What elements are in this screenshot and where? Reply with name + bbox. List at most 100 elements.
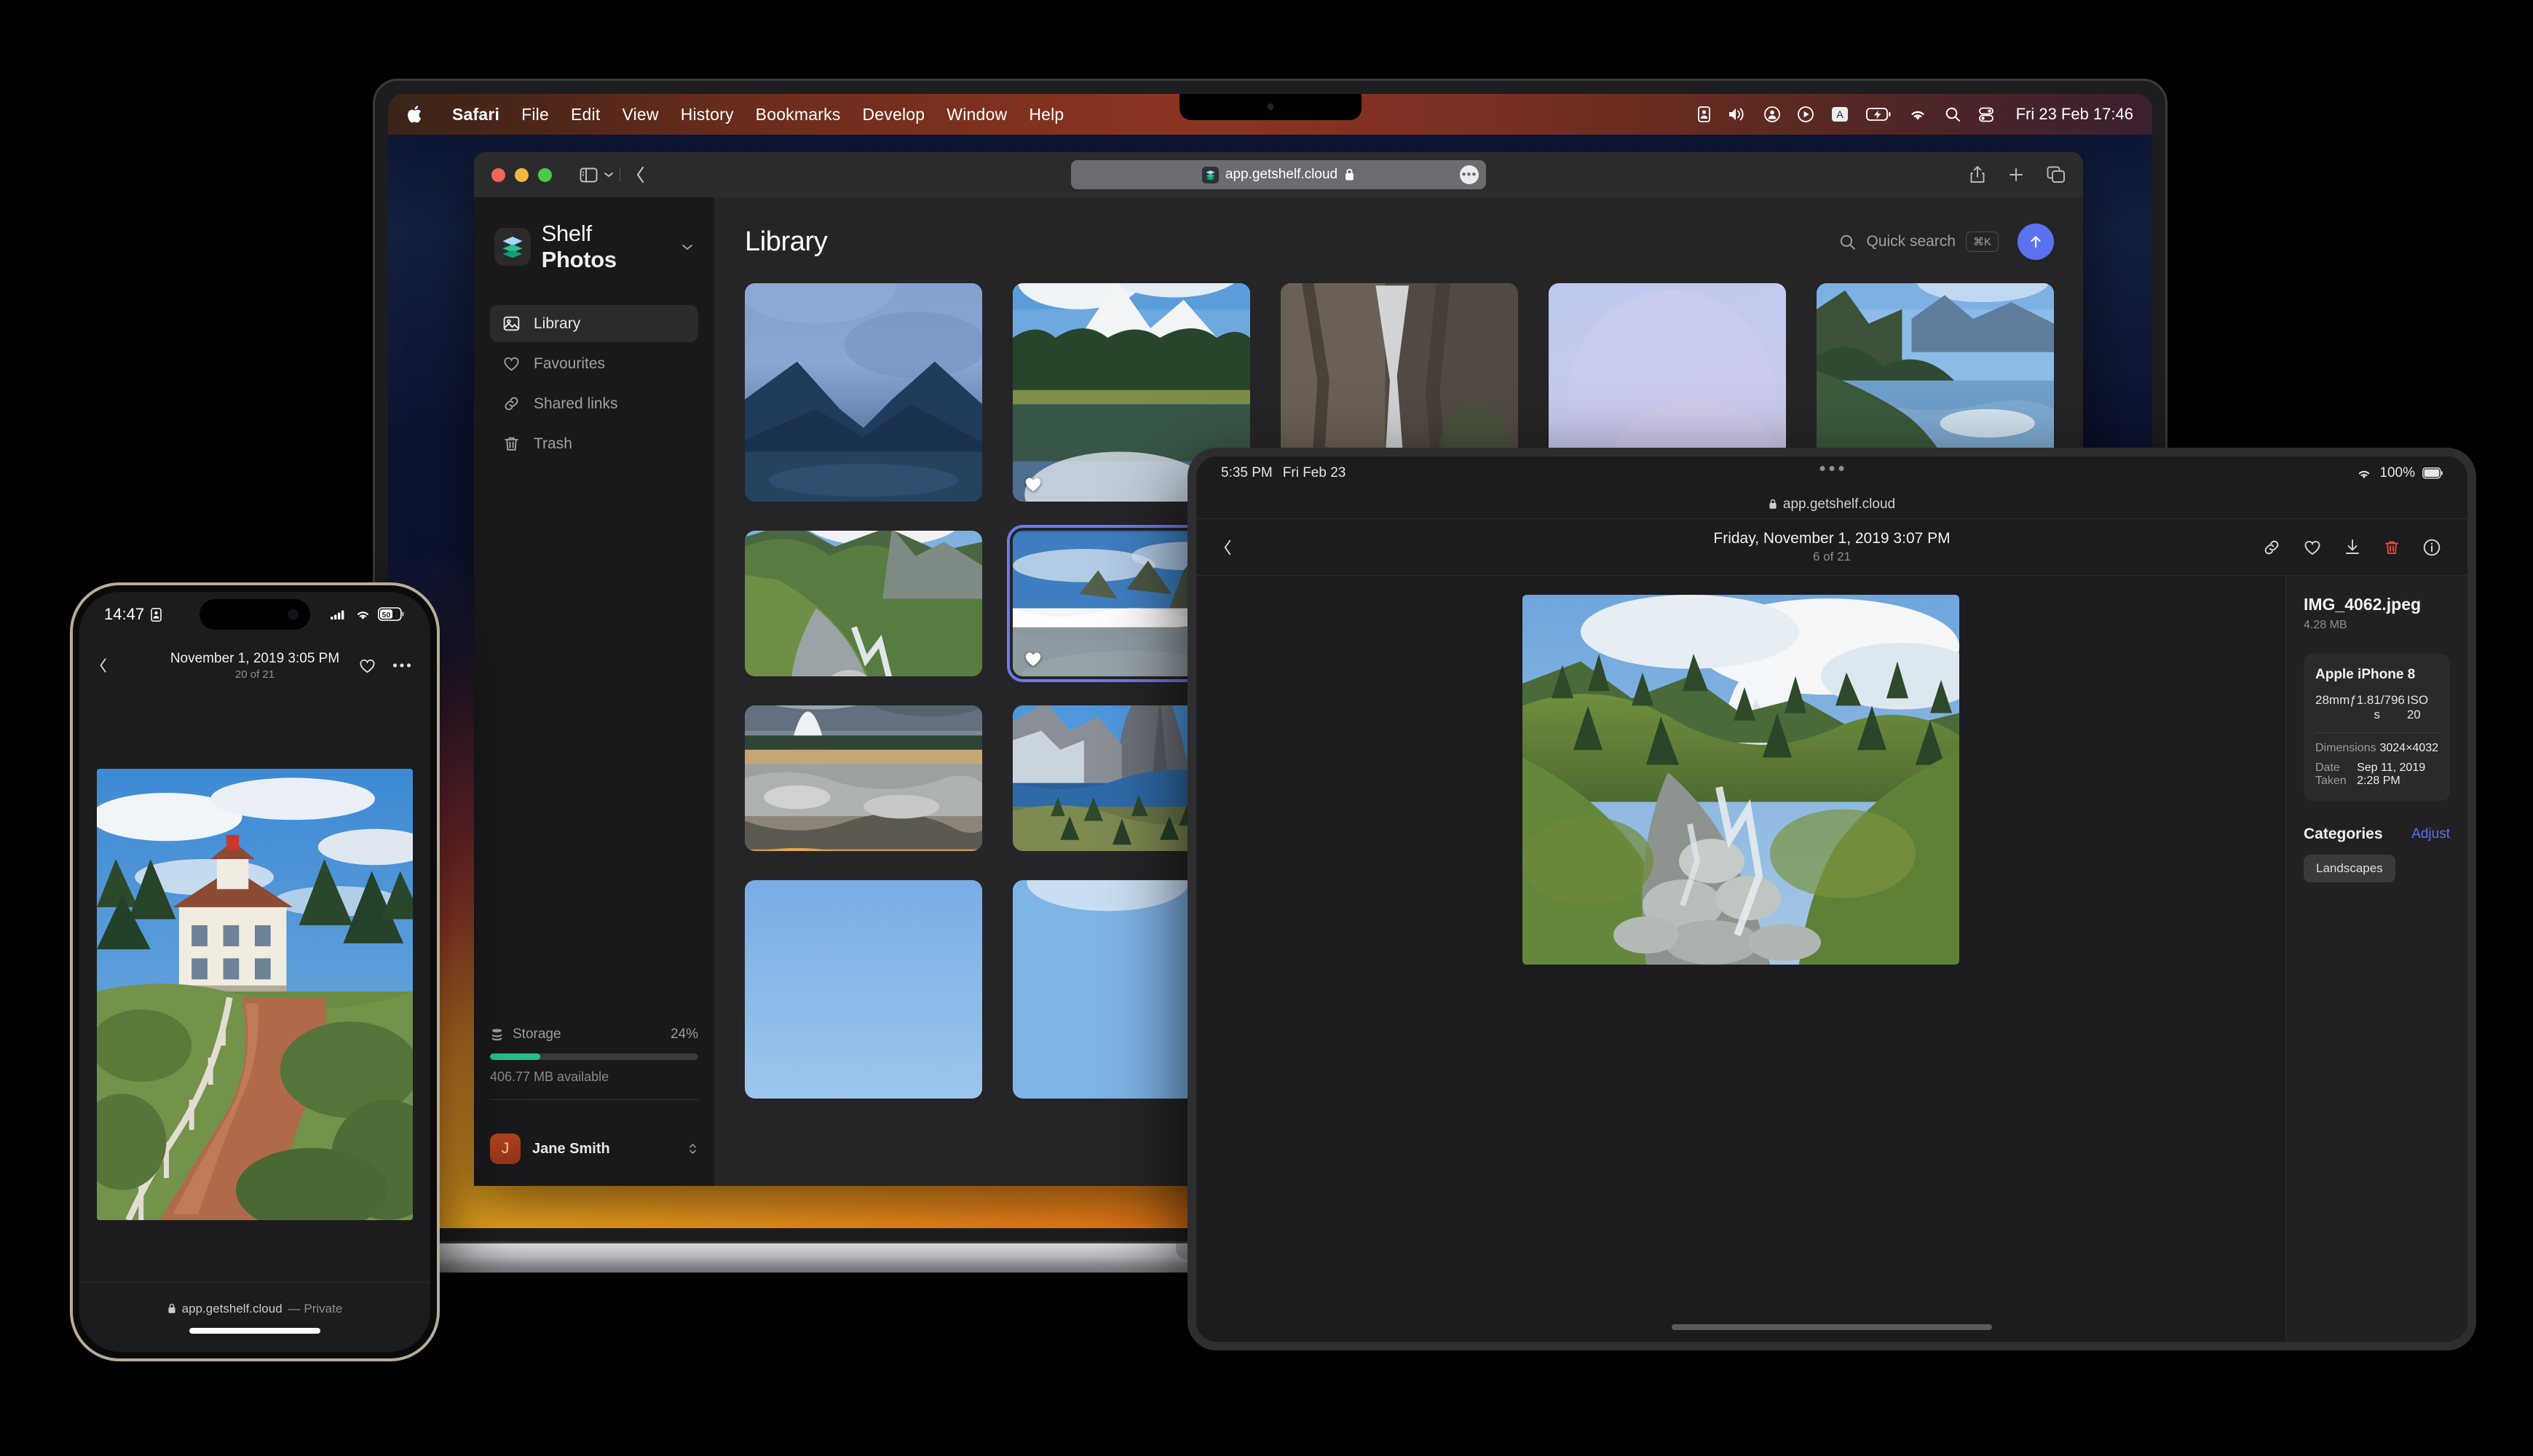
volume-icon[interactable]: [1728, 106, 1747, 122]
sidebar-icon[interactable]: [580, 167, 598, 183]
more-icon[interactable]: [392, 662, 411, 668]
back-button[interactable]: [1222, 538, 1233, 557]
menubar-left-group: Safari File Edit View History Bookmarks …: [407, 104, 1064, 124]
iphone-header-actions: [358, 657, 411, 675]
keyboard-input-A-icon[interactable]: A: [1831, 106, 1849, 123]
iphone-photo-header: November 1, 2019 3:05 PM 20 of 21: [79, 637, 430, 694]
exif-iso: ISO 20: [2407, 693, 2438, 722]
front-camera: [288, 609, 299, 620]
brand[interactable]: Shelf Photos: [490, 218, 698, 273]
sidebar-divider: [490, 1099, 698, 1100]
zoom-window-button[interactable]: [538, 168, 552, 182]
page-menu-icon[interactable]: •••: [1460, 165, 1479, 184]
wifi-icon[interactable]: [1908, 107, 1927, 122]
dynamic-island: [199, 599, 310, 630]
upload-button[interactable]: [2018, 223, 2054, 260]
menu-view[interactable]: View: [622, 105, 658, 124]
window-traffic-lights[interactable]: [491, 168, 552, 182]
new-tab-icon[interactable]: [2007, 166, 2025, 183]
minimize-window-button[interactable]: [515, 168, 529, 182]
menu-help[interactable]: Help: [1029, 105, 1064, 124]
link-icon[interactable]: [2262, 538, 2281, 557]
heart-icon: [502, 355, 521, 373]
iphone-photo-viewer[interactable]: [79, 694, 430, 1282]
info-icon[interactable]: [2422, 538, 2441, 557]
photo-thumbnail[interactable]: [745, 283, 982, 502]
ipad-photo-image: [1522, 595, 1959, 965]
menu-file[interactable]: File: [521, 105, 549, 124]
chevron-up-down-icon[interactable]: [687, 1141, 698, 1157]
tab-overview-icon[interactable]: [2047, 166, 2066, 183]
iphone-private-label: — Private: [288, 1302, 343, 1316]
photo-filesize: 4.28 MB: [2304, 619, 2450, 632]
ellipsis-icon[interactable]: [1820, 466, 1844, 471]
svg-text:50: 50: [382, 611, 391, 620]
trash-icon: [502, 435, 521, 453]
cellular-icon: [331, 609, 348, 621]
close-window-button[interactable]: [491, 168, 505, 182]
iphone-url-row[interactable]: app.getshelf.cloud — Private: [167, 1302, 343, 1316]
library-header-actions: Quick search ⌘K: [1839, 223, 2054, 260]
heart-icon[interactable]: [358, 657, 376, 675]
exif-camera: Apple iPhone 8: [2315, 667, 2438, 683]
photo-thumbnail[interactable]: [745, 705, 982, 851]
chevron-down-icon[interactable]: [681, 242, 694, 251]
display-id-icon: [151, 608, 162, 622]
sidebar-item-shared-links[interactable]: Shared links: [490, 385, 698, 422]
battery-charging-icon[interactable]: [1866, 107, 1891, 122]
now-playing-icon[interactable]: [1798, 106, 1814, 122]
iphone-browser-footer: app.getshelf.cloud — Private: [79, 1282, 430, 1352]
ipad-status-bar: 5:35 PM Fri Feb 23 100%: [1196, 456, 2467, 490]
safari-toolbar-right: [1969, 165, 2066, 184]
lock-icon: [1344, 168, 1355, 181]
ipad-url-bar[interactable]: app.getshelf.cloud: [1196, 490, 2467, 519]
exif-key: Date Taken: [2315, 761, 2357, 788]
storage-header: Storage 24%: [490, 1026, 698, 1042]
sidebar-item-library[interactable]: Library: [490, 305, 698, 342]
menu-edit[interactable]: Edit: [571, 105, 600, 124]
spotlight-search-icon[interactable]: [1945, 106, 1961, 122]
user-account-row[interactable]: J Jane Smith: [490, 1133, 698, 1164]
back-button[interactable]: [98, 657, 108, 674]
ipad-status-date: Fri Feb 23: [1283, 465, 1346, 481]
exif-key: Dimensions: [2315, 742, 2376, 755]
svg-text:A: A: [1836, 108, 1844, 120]
menu-window[interactable]: Window: [947, 105, 1007, 124]
category-tag[interactable]: Landscapes: [2304, 855, 2395, 882]
database-icon: [490, 1028, 504, 1042]
search-icon: [1839, 234, 1856, 250]
ipad-status-time: 5:35 PM: [1221, 465, 1273, 481]
adjust-categories-link[interactable]: Adjust: [2411, 826, 2450, 842]
iphone-photo-counter: 20 of 21: [170, 668, 339, 681]
lock-icon: [167, 1303, 176, 1314]
download-icon[interactable]: [2344, 538, 2361, 557]
sidebar-toggle-group[interactable]: [580, 165, 647, 184]
sidebar-item-favourites[interactable]: Favourites: [490, 345, 698, 382]
menu-bookmarks[interactable]: Bookmarks: [756, 105, 841, 124]
apple-logo-icon[interactable]: [407, 104, 424, 124]
address-bar[interactable]: app.getshelf.cloud •••: [1071, 160, 1486, 189]
menu-history[interactable]: History: [681, 105, 734, 124]
iphone-home-indicator: [189, 1328, 320, 1334]
ipad-status-right: 100%: [2356, 465, 2443, 481]
photo-thumbnail[interactable]: [745, 880, 982, 1099]
control-center-toggles-icon[interactable]: [1978, 106, 1994, 122]
menu-develop[interactable]: Develop: [863, 105, 925, 124]
sidebar-item-trash[interactable]: Trash: [490, 425, 698, 462]
display-id-icon[interactable]: [1698, 106, 1710, 122]
chevron-down-icon[interactable]: [604, 171, 614, 178]
share-icon[interactable]: [1969, 165, 1985, 184]
quick-search-button[interactable]: Quick search ⌘K: [1839, 232, 1999, 252]
heart-icon[interactable]: [2303, 538, 2322, 557]
back-button[interactable]: [635, 165, 647, 184]
photo-thumbnail[interactable]: [745, 531, 982, 676]
menu-safari[interactable]: Safari: [452, 105, 499, 124]
ipad-battery-label: 100%: [2379, 465, 2415, 481]
link-icon: [502, 395, 521, 413]
trash-icon[interactable]: [2383, 538, 2400, 557]
menubar-clock[interactable]: Fri 23 Feb 17:46: [2016, 105, 2133, 124]
control-center-icon[interactable]: [1764, 106, 1780, 122]
ipad-photo-viewer[interactable]: [1196, 576, 2285, 1342]
ipad-photo-toolbar: Friday, November 1, 2019 3:07 PM 6 of 21: [1196, 519, 2467, 576]
sidebar-item-label: Library: [534, 315, 580, 333]
